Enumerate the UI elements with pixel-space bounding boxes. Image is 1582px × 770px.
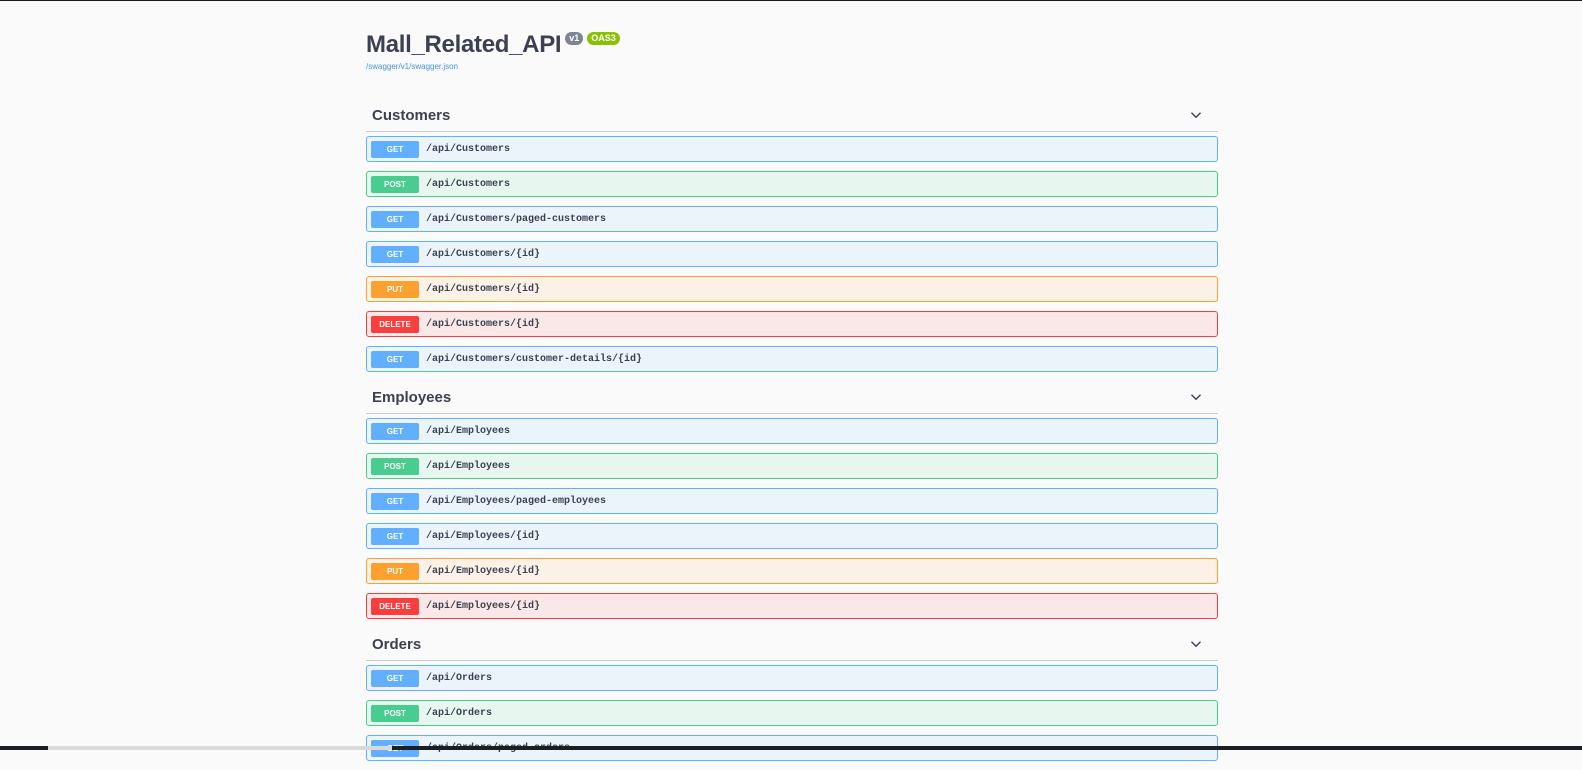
operation-path: /api/Orders: [426, 673, 492, 684]
operation-row[interactable]: POST/api/Customers: [366, 171, 1218, 197]
method-badge: GET: [371, 351, 419, 368]
method-badge: GET: [371, 246, 419, 263]
chevron-down-icon[interactable]: [1190, 391, 1202, 403]
oas-badge: OAS3: [587, 32, 620, 45]
operation-path: /api/Customers/{id}: [426, 284, 540, 295]
tag-title: Employees: [372, 389, 451, 406]
tag-header[interactable]: Orders: [366, 628, 1218, 661]
method-badge: POST: [371, 458, 419, 475]
chevron-down-icon[interactable]: [1190, 638, 1202, 650]
title-row: Mall_Related_API v1 OAS3: [366, 31, 1218, 59]
method-badge: GET: [371, 141, 419, 158]
operations-list: CustomersGET/api/CustomersPOST/api/Custo…: [366, 99, 1218, 761]
operation-row[interactable]: DELETE/api/Employees/{id}: [366, 593, 1218, 619]
operation-row[interactable]: GET/api/Employees/{id}: [366, 523, 1218, 549]
tag-header[interactable]: Customers: [366, 99, 1218, 132]
operation-row[interactable]: POST/api/Orders: [366, 700, 1218, 726]
horizontal-scrollbar-thumb[interactable]: [48, 746, 392, 750]
operation-row[interactable]: GET/api/Customers/customer-details/{id}: [366, 346, 1218, 372]
operation-path: /api/Orders: [426, 708, 492, 719]
operation-path: /api/Customers/customer-details/{id}: [426, 354, 642, 365]
method-badge: DELETE: [371, 598, 419, 615]
operation-row[interactable]: GET/api/Employees/paged-employees: [366, 488, 1218, 514]
method-badge: GET: [371, 493, 419, 510]
operation-path: /api/Customers/{id}: [426, 249, 540, 260]
method-badge: PUT: [371, 563, 419, 580]
operation-path: /api/Employees/paged-employees: [426, 496, 606, 507]
spec-url-link[interactable]: /swagger/v1/swagger.json: [366, 62, 1218, 71]
tag-section-employees: EmployeesGET/api/EmployeesPOST/api/Emplo…: [366, 381, 1218, 619]
method-badge: PUT: [371, 281, 419, 298]
operation-row[interactable]: PUT/api/Employees/{id}: [366, 558, 1218, 584]
method-badge: GET: [371, 211, 419, 228]
method-badge: POST: [371, 176, 419, 193]
operation-path: /api/Customers/{id}: [426, 319, 540, 330]
version-badge: v1: [565, 32, 583, 45]
tag-title: Customers: [372, 107, 450, 124]
tag-section-orders: OrdersGET/api/OrdersPOST/api/OrdersGET/a…: [366, 628, 1218, 761]
tag-section-customers: CustomersGET/api/CustomersPOST/api/Custo…: [366, 99, 1218, 372]
method-badge: DELETE: [371, 316, 419, 333]
operation-path: /api/Customers/paged-customers: [426, 214, 606, 225]
tag-header[interactable]: Employees: [366, 381, 1218, 414]
method-badge: GET: [371, 423, 419, 440]
method-badge: POST: [371, 705, 419, 722]
operation-path: /api/Employees/{id}: [426, 601, 540, 612]
swagger-ui: Mall_Related_API v1 OAS3 /swagger/v1/swa…: [366, 0, 1218, 770]
operation-row[interactable]: POST/api/Employees: [366, 453, 1218, 479]
operation-path: /api/Customers: [426, 179, 510, 190]
operation-row[interactable]: DELETE/api/Customers/{id}: [366, 311, 1218, 337]
operation-path: /api/Employees: [426, 461, 510, 472]
chevron-down-icon[interactable]: [1190, 109, 1202, 121]
method-badge: GET: [371, 528, 419, 545]
method-badge: GET: [371, 670, 419, 687]
operation-path: /api/Employees: [426, 426, 510, 437]
operation-row[interactable]: PUT/api/Customers/{id}: [366, 276, 1218, 302]
operation-row[interactable]: GET/api/Customers/paged-customers: [366, 206, 1218, 232]
operation-row[interactable]: GET/api/Orders: [366, 665, 1218, 691]
api-title: Mall_Related_API: [366, 31, 561, 59]
api-info: Mall_Related_API v1 OAS3 /swagger/v1/swa…: [366, 0, 1218, 99]
operation-path: /api/Employees/{id}: [426, 566, 540, 577]
operation-row[interactable]: GET/api/Employees: [366, 418, 1218, 444]
operation-path: /api/Customers: [426, 144, 510, 155]
operation-row[interactable]: GET/api/Customers/{id}: [366, 241, 1218, 267]
operation-path: /api/Employees/{id}: [426, 531, 540, 542]
operation-row[interactable]: GET/api/Customers: [366, 136, 1218, 162]
tag-title: Orders: [372, 636, 421, 653]
